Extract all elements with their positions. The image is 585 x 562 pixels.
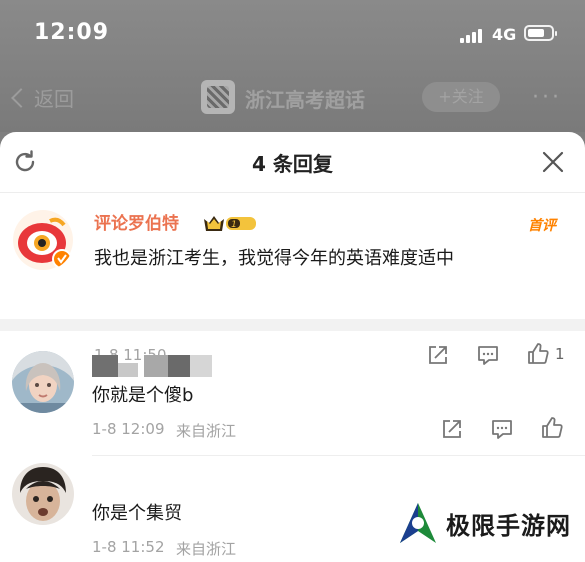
comment-text: 你就是个傻b [92, 385, 194, 406]
chevron-left-icon [11, 87, 31, 108]
like-icon[interactable] [540, 416, 564, 440]
reply-icon[interactable] [490, 417, 514, 441]
more-button[interactable]: ··· [532, 85, 562, 110]
comment-timestamp: 1-8 11:52 [92, 538, 165, 556]
user-portrait-icon [12, 463, 74, 525]
comment-location: 来自浙江 [176, 422, 237, 440]
status-time: 12:09 [34, 20, 110, 45]
comment-username[interactable]: 评论罗伯特 [94, 209, 179, 234]
weibo-mascot-icon [13, 210, 73, 270]
watermark-logo-icon [400, 503, 436, 543]
reply-item: 你就是个傻b 1-8 12:09 来自浙江 [0, 331, 585, 456]
comment-text: 我也是浙江考生，我觉得今年的英语难度适中 [94, 248, 454, 269]
comment-location: 来自浙江 [176, 540, 237, 558]
sheet-header: 4 条回复 [0, 132, 585, 193]
user-portrait-icon [12, 351, 74, 413]
background-page: 12:09 4G 返回 浙江高考超话 +关注 ··· [0, 0, 585, 132]
first-comment-tag: 首评 [528, 218, 556, 234]
main-comment: 评论罗伯特 1 首评 我也是浙江考生，我觉得今年的英语难度适中 1-8 11:5… [0, 193, 585, 365]
battery-icon [524, 25, 557, 41]
avatar[interactable] [12, 463, 74, 525]
topic-logo [201, 80, 235, 114]
comment-timestamp: 1-8 12:09 [92, 420, 165, 438]
back-button[interactable]: 返回 [10, 83, 74, 112]
sheet-title: 4 条回复 [252, 152, 333, 176]
follow-button[interactable]: +关注 [422, 82, 500, 112]
topic-title: 浙江高考超话 [245, 88, 365, 112]
redacted-username [92, 355, 220, 377]
back-label: 返回 [34, 87, 74, 111]
avatar[interactable] [12, 351, 74, 413]
close-icon[interactable] [541, 150, 565, 174]
section-divider [0, 319, 585, 331]
badge-level: 1 [231, 220, 237, 230]
reply-sheet: 4 条回复 评论罗伯特 1 首评 我也是浙江考生，我觉得今年的英语难度适中 1-… [0, 132, 585, 562]
status-bar: 12:09 4G [0, 0, 585, 70]
comment-text: 你是个集贸 [92, 503, 182, 524]
avatar[interactable] [12, 209, 74, 271]
share-icon[interactable] [440, 417, 464, 441]
vip-crown-badge-icon: 1 [204, 216, 256, 231]
watermark: 极限手游网 [396, 500, 571, 546]
network-type: 4G [492, 25, 517, 44]
nav-bar: 返回 浙江高考超话 +关注 ··· [0, 75, 585, 120]
watermark-text: 极限手游网 [446, 510, 571, 540]
